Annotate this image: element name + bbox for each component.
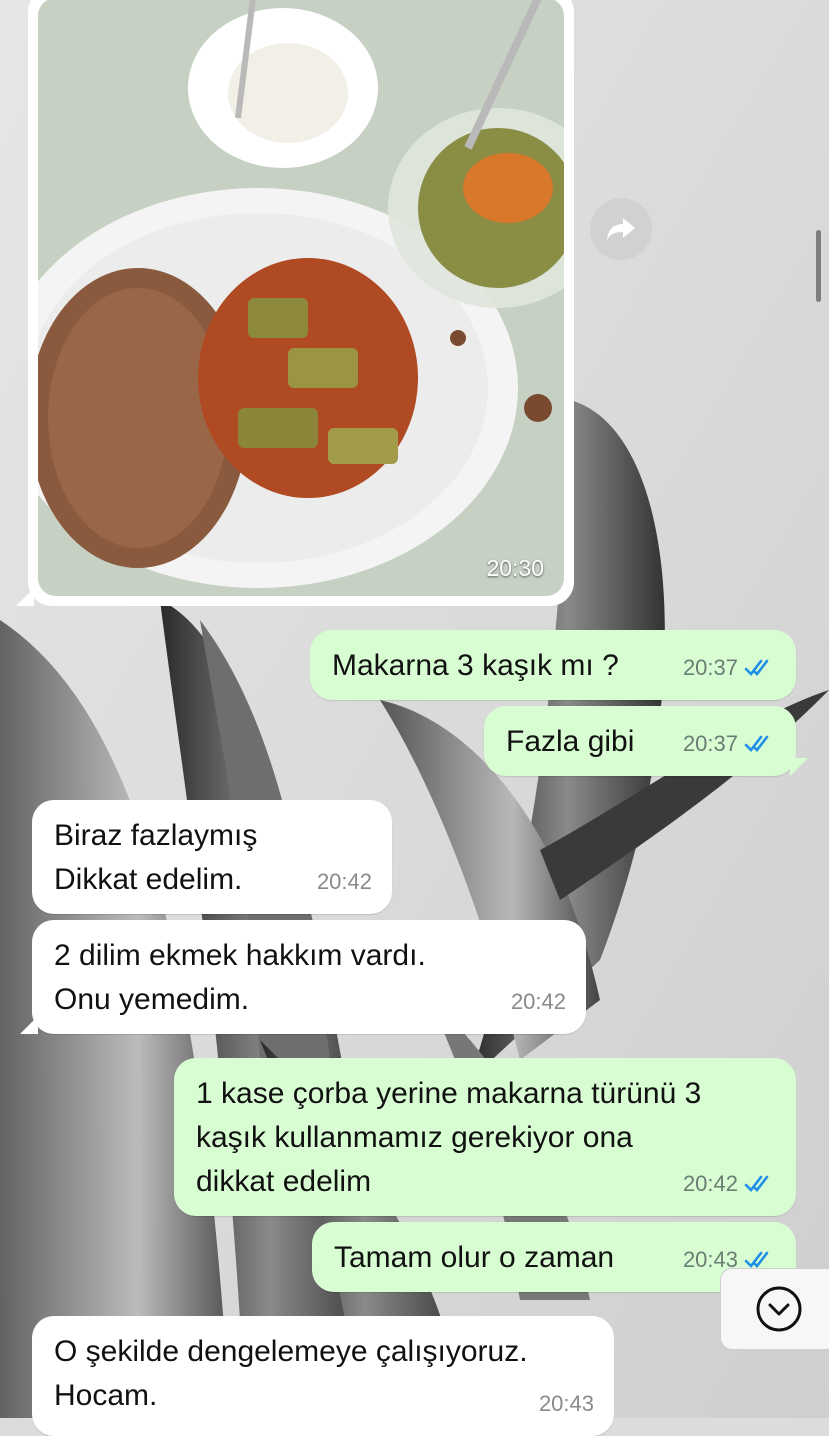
meal-photo-image bbox=[38, 0, 564, 596]
message-time: 20:42 bbox=[682, 1171, 738, 1196]
message-bubble-incoming[interactable]: Biraz fazlaymış Dikkat edelim. 20:42 bbox=[32, 800, 392, 914]
message-text: 1 kase çorba yerine makarna türünü 3 kaş… bbox=[196, 1077, 702, 1198]
scroll-indicator[interactable] bbox=[816, 230, 821, 302]
message-meta: 20:37 bbox=[683, 646, 776, 690]
message-bubble-outgoing[interactable]: 1 kase çorba yerine makarna türünü 3 kaş… bbox=[174, 1058, 796, 1216]
photo-message[interactable]: 20:30 bbox=[16, 0, 574, 606]
double-check-icon bbox=[744, 1175, 769, 1192]
message-meta: 20:37 bbox=[683, 722, 776, 766]
message-text: 2 dilim ekmek hakkım vardı. Onu yemedim. bbox=[54, 939, 426, 1016]
message-bubble-incoming[interactable]: O şekilde dengelemeye çalışıyoruz. Hocam… bbox=[32, 1316, 614, 1436]
message-time: 20:37 bbox=[682, 731, 738, 756]
message-time: 20:37 bbox=[682, 655, 738, 680]
double-check-icon bbox=[744, 1251, 769, 1268]
message-text: Biraz fazlaymış Dikkat edelim. bbox=[54, 819, 258, 896]
scroll-to-bottom-button[interactable] bbox=[720, 1268, 829, 1350]
message-time: 20:42 bbox=[510, 989, 566, 1014]
forward-button[interactable] bbox=[590, 198, 652, 260]
double-check-icon bbox=[744, 659, 769, 676]
message-meta: 20:42 bbox=[317, 860, 372, 904]
message-text: Tamam olur o zaman bbox=[334, 1241, 615, 1274]
message-text: O şekilde dengelemeye çalışıyoruz. Hocam… bbox=[54, 1335, 528, 1412]
forward-arrow-icon bbox=[607, 218, 635, 240]
message-time: 20:43 bbox=[538, 1391, 594, 1416]
meal-photo[interactable]: 20:30 bbox=[38, 0, 564, 596]
message-meta: 20:42 bbox=[683, 1162, 776, 1206]
chevron-down-circle-icon bbox=[756, 1286, 802, 1332]
message-meta: 20:43 bbox=[539, 1382, 594, 1426]
photo-time: 20:30 bbox=[486, 555, 544, 581]
message-meta: 20:42 bbox=[511, 980, 566, 1024]
message-bubble-outgoing[interactable]: Makarna 3 kaşık mı ? 20:37 bbox=[310, 630, 796, 700]
message-bubble-incoming[interactable]: 2 dilim ekmek hakkım vardı. Onu yemedim.… bbox=[20, 920, 586, 1034]
message-time: 20:42 bbox=[316, 869, 372, 894]
double-check-icon bbox=[744, 735, 769, 752]
message-bubble-outgoing[interactable]: Fazla gibi 20:37 bbox=[484, 706, 796, 776]
message-text: Fazla gibi bbox=[506, 725, 635, 758]
message-text: Makarna 3 kaşık mı ? bbox=[332, 649, 619, 682]
